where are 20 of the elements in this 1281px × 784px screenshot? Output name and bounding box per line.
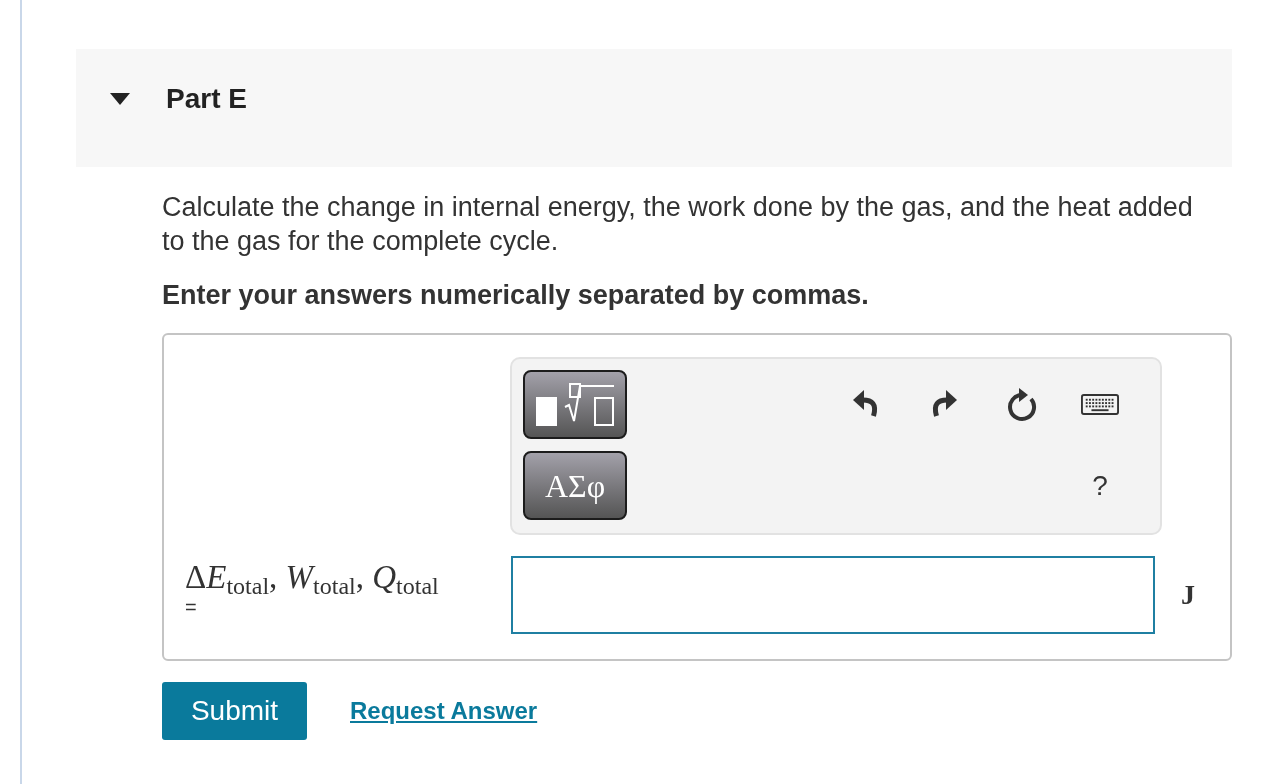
redo-icon bbox=[931, 390, 957, 419]
unit-label: J bbox=[1181, 578, 1195, 612]
keyboard-icon bbox=[1081, 394, 1119, 415]
answer-label: ΔE$_{total}$, W$_{total}$, Q$_{total}$ bbox=[185, 558, 439, 596]
question-prompt: Calculate the change in internal energy, the work done by the gas, and the heat added to the gas for the complete cycle. bbox=[162, 191, 1194, 258]
caret-icon[interactable] bbox=[110, 93, 130, 105]
keyboard-button[interactable] bbox=[1079, 392, 1121, 417]
submit-button[interactable]: Submit bbox=[162, 682, 307, 740]
root-template-icon bbox=[536, 383, 614, 426]
help-button[interactable]: ? bbox=[1092, 472, 1108, 500]
instruction-text: Enter your answers numerically separated by commas. bbox=[162, 279, 870, 312]
undo-icon bbox=[853, 390, 879, 419]
templates-button[interactable] bbox=[523, 370, 627, 439]
answer-input[interactable] bbox=[511, 556, 1155, 634]
request-answer-link[interactable]: Request Answer bbox=[350, 693, 538, 729]
equals-sign: = bbox=[185, 596, 197, 618]
part-title[interactable]: Part E bbox=[166, 85, 247, 113]
symbols-button[interactable]: ΑΣφ bbox=[523, 451, 627, 520]
reset-icon bbox=[1006, 387, 1038, 422]
part-header[interactable]: Part E bbox=[76, 49, 1232, 167]
